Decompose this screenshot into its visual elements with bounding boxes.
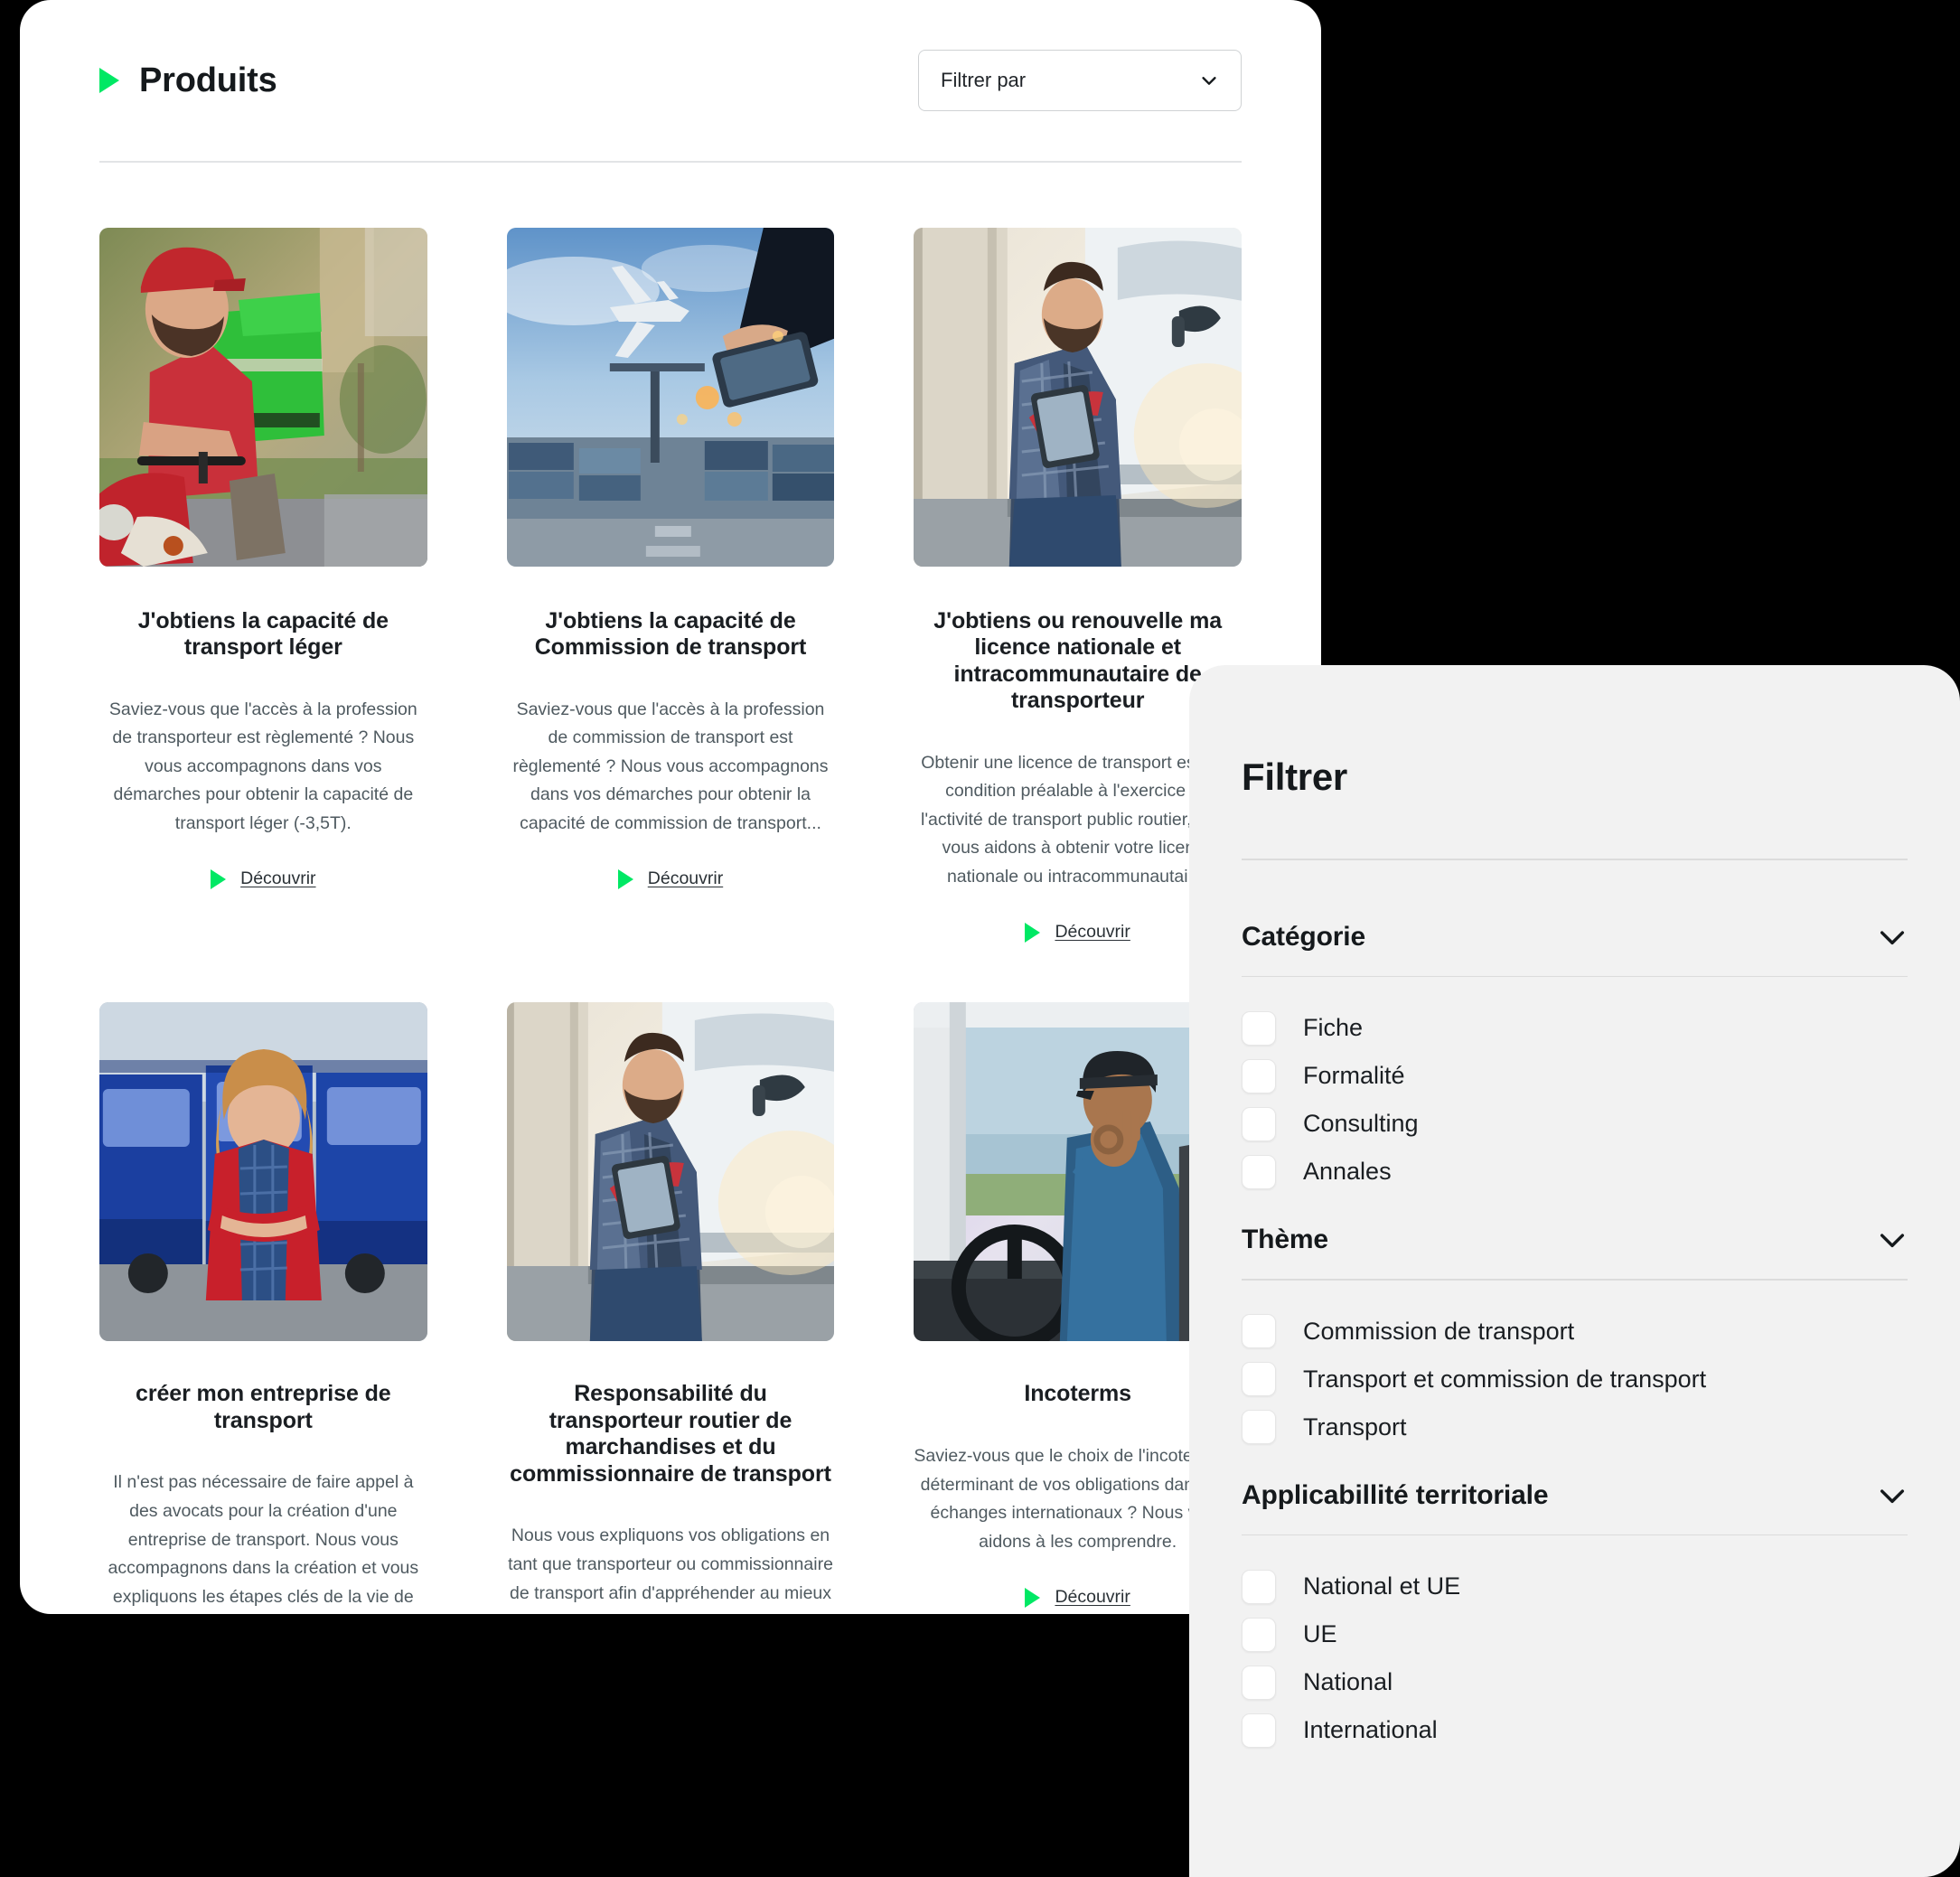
filter-option-label: Transport: [1303, 1412, 1407, 1441]
products-header: Produits Filtrer par: [99, 0, 1242, 161]
filter-by-select[interactable]: Filtrer par: [918, 50, 1242, 111]
filter-option-row[interactable]: International: [1242, 1706, 1908, 1754]
product-title: J'obtiens la capacité de Commission de t…: [534, 607, 807, 661]
discover-link[interactable]: Découvrir: [507, 868, 835, 889]
product-image-courier-scooter: [99, 227, 427, 567]
product-description: Saviez-vous que l'accès à la profession …: [108, 699, 417, 833]
play-triangle-icon: [211, 868, 227, 889]
checkbox-icon[interactable]: [1242, 1713, 1276, 1748]
filter-option-row[interactable]: National: [1242, 1658, 1908, 1706]
filter-section-categorie: Catégorie Fiche Formalité Consulting Ann…: [1242, 860, 1908, 1220]
checkbox-icon[interactable]: [1242, 1665, 1276, 1700]
discover-link[interactable]: Découvrir: [99, 868, 427, 889]
filter-option-label: National: [1303, 1668, 1393, 1696]
products-panel: Produits Filtrer par J'obtiens la capaci…: [20, 0, 1321, 1614]
filter-option-row[interactable]: National et UE: [1242, 1563, 1908, 1610]
filter-section-theme: Thème Commission de transport Transport …: [1242, 1219, 1908, 1475]
filter-option-row[interactable]: Fiche: [1242, 1004, 1908, 1052]
product-image-air-freight-containers: [506, 227, 835, 567]
filter-by-select-label: Filtrer par: [941, 69, 1027, 91]
product-title: J'obtiens la capacité de transport léger: [137, 607, 389, 661]
checkbox-icon[interactable]: [1242, 1362, 1276, 1397]
filter-section-title: Catégorie: [1242, 921, 1366, 952]
chevron-down-icon: [1877, 1480, 1908, 1511]
chevron-down-icon: [1877, 922, 1908, 953]
product-description: Il n'est pas nécessaire de faire appel à…: [108, 1472, 419, 1607]
filter-option-label: Fiche: [1303, 1014, 1364, 1042]
page-title-group: Produits: [99, 61, 277, 100]
play-triangle-icon: [1025, 922, 1041, 943]
checkbox-icon[interactable]: [1242, 1106, 1276, 1141]
product-image-driver-tablet-truck: [914, 227, 1242, 567]
filter-panel-title: Filtrer: [1242, 755, 1347, 798]
screen-root: Produits Filtrer par J'obtiens la capaci…: [0, 0, 1960, 1877]
discover-link-label: Découvrir: [1055, 922, 1130, 943]
filter-option-label: Commission de transport: [1303, 1317, 1575, 1345]
filter-option-label: UE: [1303, 1620, 1337, 1648]
filter-option-row[interactable]: Formalité: [1242, 1052, 1908, 1100]
filter-option-label: Annales: [1303, 1158, 1392, 1186]
filter-option-list-categorie: Fiche Formalité Consulting Annales: [1242, 977, 1908, 1219]
discover-link-label: Découvrir: [647, 868, 724, 889]
play-triangle-icon: [99, 68, 119, 93]
products-grid-row-1: J'obtiens la capacité de transport léger…: [99, 163, 1242, 943]
filter-option-row[interactable]: Transport: [1242, 1403, 1908, 1451]
page-title: Produits: [139, 61, 277, 99]
filter-option-row[interactable]: Transport et commission de transport: [1242, 1356, 1908, 1403]
product-title: créer mon entreprise de transport: [136, 1381, 391, 1433]
filter-section-title: Applicabillité territoriale: [1242, 1479, 1549, 1510]
filter-section-header-theme[interactable]: Thème: [1242, 1225, 1908, 1255]
filter-section-applicabilite: Applicabillité territoriale National et …: [1242, 1475, 1908, 1778]
checkbox-icon[interactable]: [1242, 1154, 1276, 1189]
filter-option-row[interactable]: Commission de transport: [1242, 1308, 1908, 1356]
filter-option-list-theme: Commission de transport Transport et com…: [1242, 1281, 1908, 1475]
product-image-driver-tablet-truck: [506, 1002, 835, 1342]
play-triangle-icon: [617, 868, 633, 889]
products-panel-inner: Produits Filtrer par J'obtiens la capaci…: [20, 0, 1321, 1614]
filter-option-row[interactable]: Annales: [1242, 1148, 1908, 1196]
checkbox-icon[interactable]: [1242, 1410, 1276, 1445]
product-card[interactable]: Responsabilité du transporteur routier d…: [506, 1002, 835, 1614]
checkbox-icon[interactable]: [1242, 1617, 1276, 1652]
filter-section-header-applicabilite[interactable]: Applicabillité territoriale: [1242, 1480, 1908, 1511]
filter-option-label: Transport et commission de transport: [1303, 1365, 1707, 1393]
filter-option-label: National et UE: [1303, 1572, 1461, 1600]
filter-option-row[interactable]: Consulting: [1242, 1100, 1908, 1148]
chevron-down-icon: [1199, 70, 1219, 90]
checkbox-icon[interactable]: [1242, 1314, 1276, 1349]
product-title: Responsabilité du transporteur routier d…: [510, 1381, 831, 1487]
checkbox-icon[interactable]: [1242, 1010, 1276, 1046]
product-description: Saviez-vous que l'accès à la profession …: [512, 699, 829, 833]
filter-flyout-panel: Filtrer Catégorie Fiche Formalité Consul…: [1189, 665, 1960, 1877]
product-card[interactable]: J'obtiens la capacité de Commission de t…: [506, 227, 835, 943]
chevron-down-icon: [1877, 1225, 1908, 1255]
play-triangle-icon: [1025, 1587, 1041, 1608]
product-card[interactable]: créer mon entreprise de transport Il n'e…: [99, 1002, 427, 1614]
product-card[interactable]: J'obtiens la capacité de transport léger…: [99, 227, 427, 943]
products-grid-row-2: créer mon entreprise de transport Il n'e…: [99, 943, 1242, 1614]
checkbox-icon[interactable]: [1242, 1569, 1276, 1604]
discover-link-label: Découvrir: [240, 868, 316, 889]
discover-link-label: Découvrir: [1055, 1587, 1130, 1608]
filter-option-row[interactable]: UE: [1242, 1610, 1908, 1658]
filter-option-list-applicabilite: National et UE UE National International: [1242, 1535, 1908, 1778]
filter-option-label: Consulting: [1303, 1110, 1419, 1138]
filter-option-label: Formalité: [1303, 1062, 1405, 1090]
filter-option-label: International: [1303, 1716, 1438, 1744]
checkbox-icon[interactable]: [1242, 1058, 1276, 1093]
filter-section-title: Thème: [1242, 1225, 1328, 1255]
filter-section-header-categorie[interactable]: Catégorie: [1242, 922, 1908, 953]
product-description: Nous vous expliquons vos obligations en …: [508, 1525, 833, 1614]
product-image-woman-red-vest-trucks: [99, 1002, 427, 1342]
